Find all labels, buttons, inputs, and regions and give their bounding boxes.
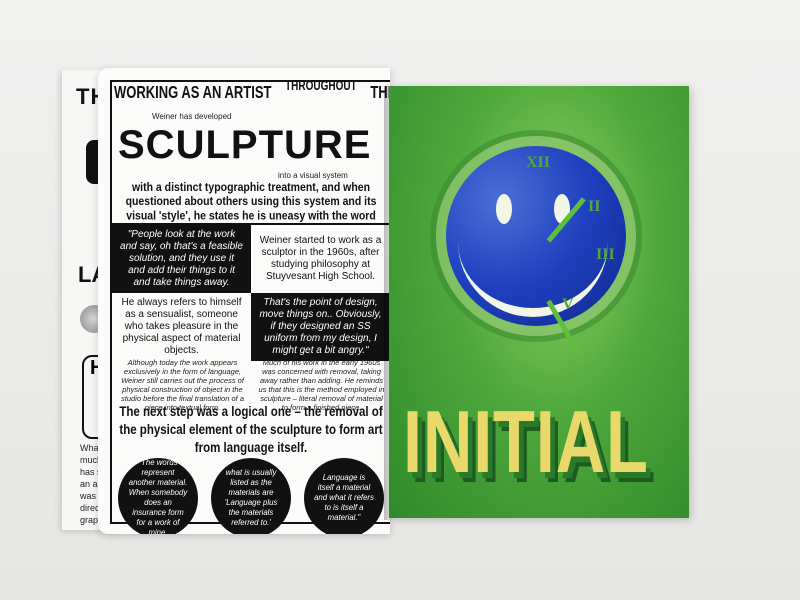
left-page: WORKING AS AN ARTIST THROUGHOUT THE PAST…	[98, 68, 390, 534]
quote-bubble-3: Language is itself a material and what i…	[304, 458, 384, 534]
clock-numeral-3: III	[596, 246, 615, 263]
header-part-2: THROUGHOUT	[285, 79, 357, 95]
smiley-clock-illustration: XII II III V	[446, 146, 626, 355]
grid-cell-3: He always refers to himself as a sensual…	[112, 293, 251, 361]
left-eye	[496, 194, 512, 224]
quote-grid: "People look at the work and say, oh tha…	[112, 223, 390, 361]
quote-bubble-2: what is usually listed as the materials …	[211, 458, 291, 534]
next-step-heading: The next step was a logical one – the re…	[119, 405, 383, 456]
initial-word: INITIAL	[403, 392, 649, 491]
quote-bubble-1: "The words represent another material. W…	[118, 458, 198, 534]
header-row: WORKING AS AN ARTIST THROUGHOUT THE PAST…	[114, 79, 390, 103]
clock-numeral-2: II	[588, 198, 601, 215]
subtitle-before: Weiner has developed	[152, 112, 232, 121]
grid-cell-2: Weiner started to work as a sculptor in …	[251, 225, 390, 293]
quote-bubbles: "The words represent another material. W…	[118, 458, 384, 534]
grid-cell-4: That's the point of design, move things …	[251, 293, 390, 361]
clock-numeral-12: XII	[526, 154, 551, 171]
header-part-1: WORKING AS AN ARTIST	[114, 82, 272, 103]
right-page: XII II III V INITIAL	[389, 86, 689, 518]
photo-scene: TH LA H What w much t has spe an artis i…	[0, 0, 800, 600]
clock-numeral-5: V	[562, 296, 574, 313]
grid-cell-1: "People look at the work and say, oh tha…	[112, 225, 251, 293]
smile-mouth	[458, 228, 608, 317]
subtitle-after: into a visual system	[278, 171, 348, 180]
page-title: SCULPTURE	[118, 123, 372, 167]
